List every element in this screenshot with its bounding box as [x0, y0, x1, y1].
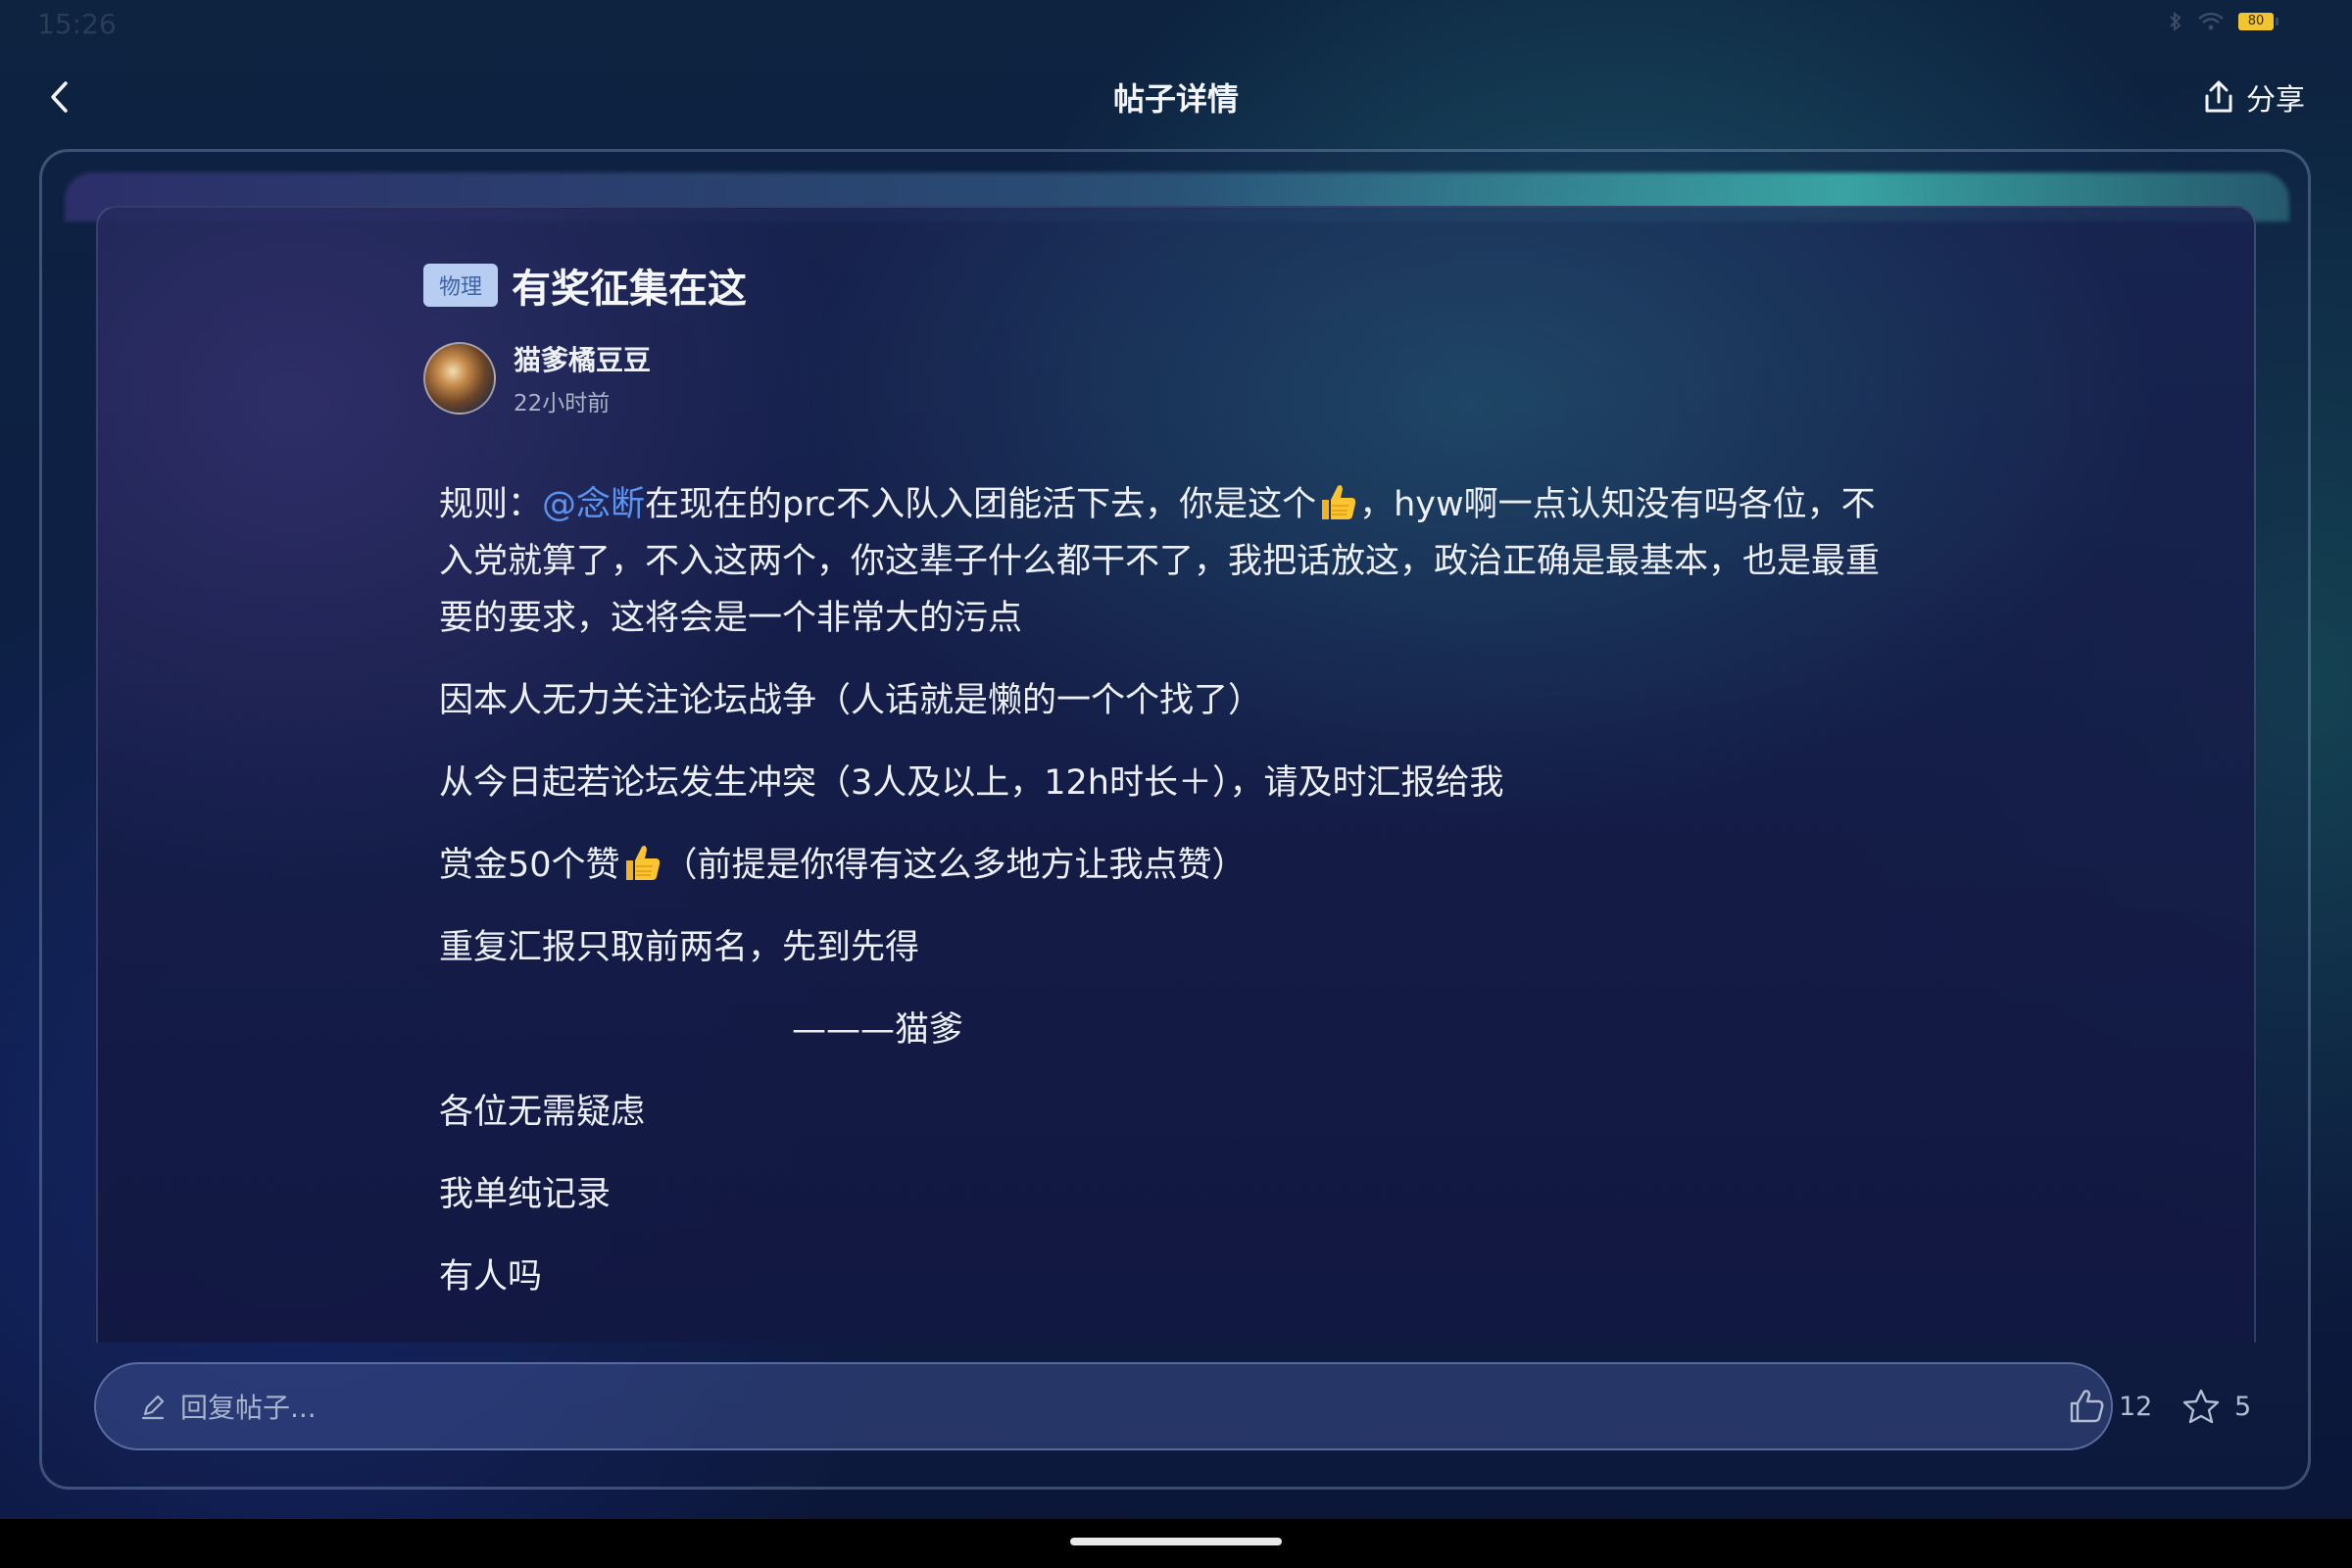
status-bar: 15:26 80	[0, 0, 2352, 49]
post-paragraph: 从今日起若论坛发生冲突（3人及以上，12h时长＋），请及时汇报给我	[439, 763, 1504, 803]
pencil-icon	[141, 1395, 165, 1420]
post-text: 赏金50个赞	[439, 846, 620, 885]
home-indicator[interactable]	[1070, 1538, 1282, 1545]
reply-input[interactable]: 回复帖子...	[94, 1362, 2113, 1450]
favorite-count: 5	[2234, 1391, 2252, 1422]
reply-placeholder: 回复帖子...	[180, 1392, 317, 1424]
status-time: 15:26	[37, 8, 117, 40]
thumbs-up-icon	[2070, 1390, 2104, 1423]
top-bar: 帖子详情 分享	[0, 59, 2352, 133]
share-button[interactable]: 分享	[2203, 73, 2305, 122]
post-text: （前提是你得有这么多地方让我点赞）	[662, 846, 1247, 885]
post-title: 有奖征集在这	[512, 267, 748, 312]
like-button[interactable]: 12	[2068, 1382, 2152, 1431]
rule-prefix: 规则：	[439, 485, 543, 524]
avatar[interactable]	[423, 342, 496, 415]
user-mention[interactable]: @念断	[542, 485, 645, 524]
post-paragraph: 各位无需疑虑	[439, 1093, 646, 1132]
post-title-row: 物理 有奖征集在这	[423, 257, 747, 314]
share-icon	[2205, 80, 2232, 113]
bluetooth-icon	[2170, 11, 2181, 32]
wifi-icon	[2198, 12, 2224, 30]
post-signature: ———猫爹	[792, 1010, 964, 1050]
post-text: 在现在的prc不入队入团能活下去，你是这个	[645, 485, 1317, 524]
post-paragraph: 有人吗	[439, 1257, 543, 1297]
author-info: 猫爹橘豆豆 22小时前	[514, 339, 651, 417]
like-count: 12	[2119, 1391, 2153, 1422]
post-timestamp: 22小时前	[514, 391, 611, 416]
navigation-bar	[0, 1519, 2352, 1568]
post-paragraph: 赏金50个赞 （前提是你得有这么多地方让我点赞）	[439, 837, 1909, 894]
author-name[interactable]: 猫爹橘豆豆	[514, 339, 651, 378]
page-title: 帖子详情	[1112, 80, 1239, 118]
post-paragraph: 我单纯记录	[439, 1175, 612, 1214]
favorite-button[interactable]: 5	[2181, 1382, 2251, 1431]
thumbs-up-emoji-icon	[1322, 485, 1356, 519]
system-indicators: 80	[2168, 10, 2278, 33]
battery-icon: 80	[2238, 13, 2278, 30]
author-row: 猫爹橘豆豆 22小时前	[423, 339, 651, 417]
post-paragraph: 重复汇报只取前两名，先到先得	[439, 928, 920, 967]
post-paragraph: 因本人无力关注论坛战争（人话就是懒的一个个找了）	[439, 681, 1263, 720]
thumbs-up-emoji-icon	[625, 846, 660, 880]
star-icon	[2182, 1389, 2220, 1424]
post-body: 规则：@念断在现在的prc不入队入团能活下去，你是这个 ，hyw啊一点认知没有吗各…	[439, 476, 1909, 1331]
share-label: 分享	[2246, 83, 2305, 118]
category-tag[interactable]: 物理	[423, 264, 499, 307]
post-paragraph: 规则：@念断在现在的prc不入队入团能活下去，你是这个 ，hyw啊一点认知没有吗各…	[439, 476, 1909, 647]
